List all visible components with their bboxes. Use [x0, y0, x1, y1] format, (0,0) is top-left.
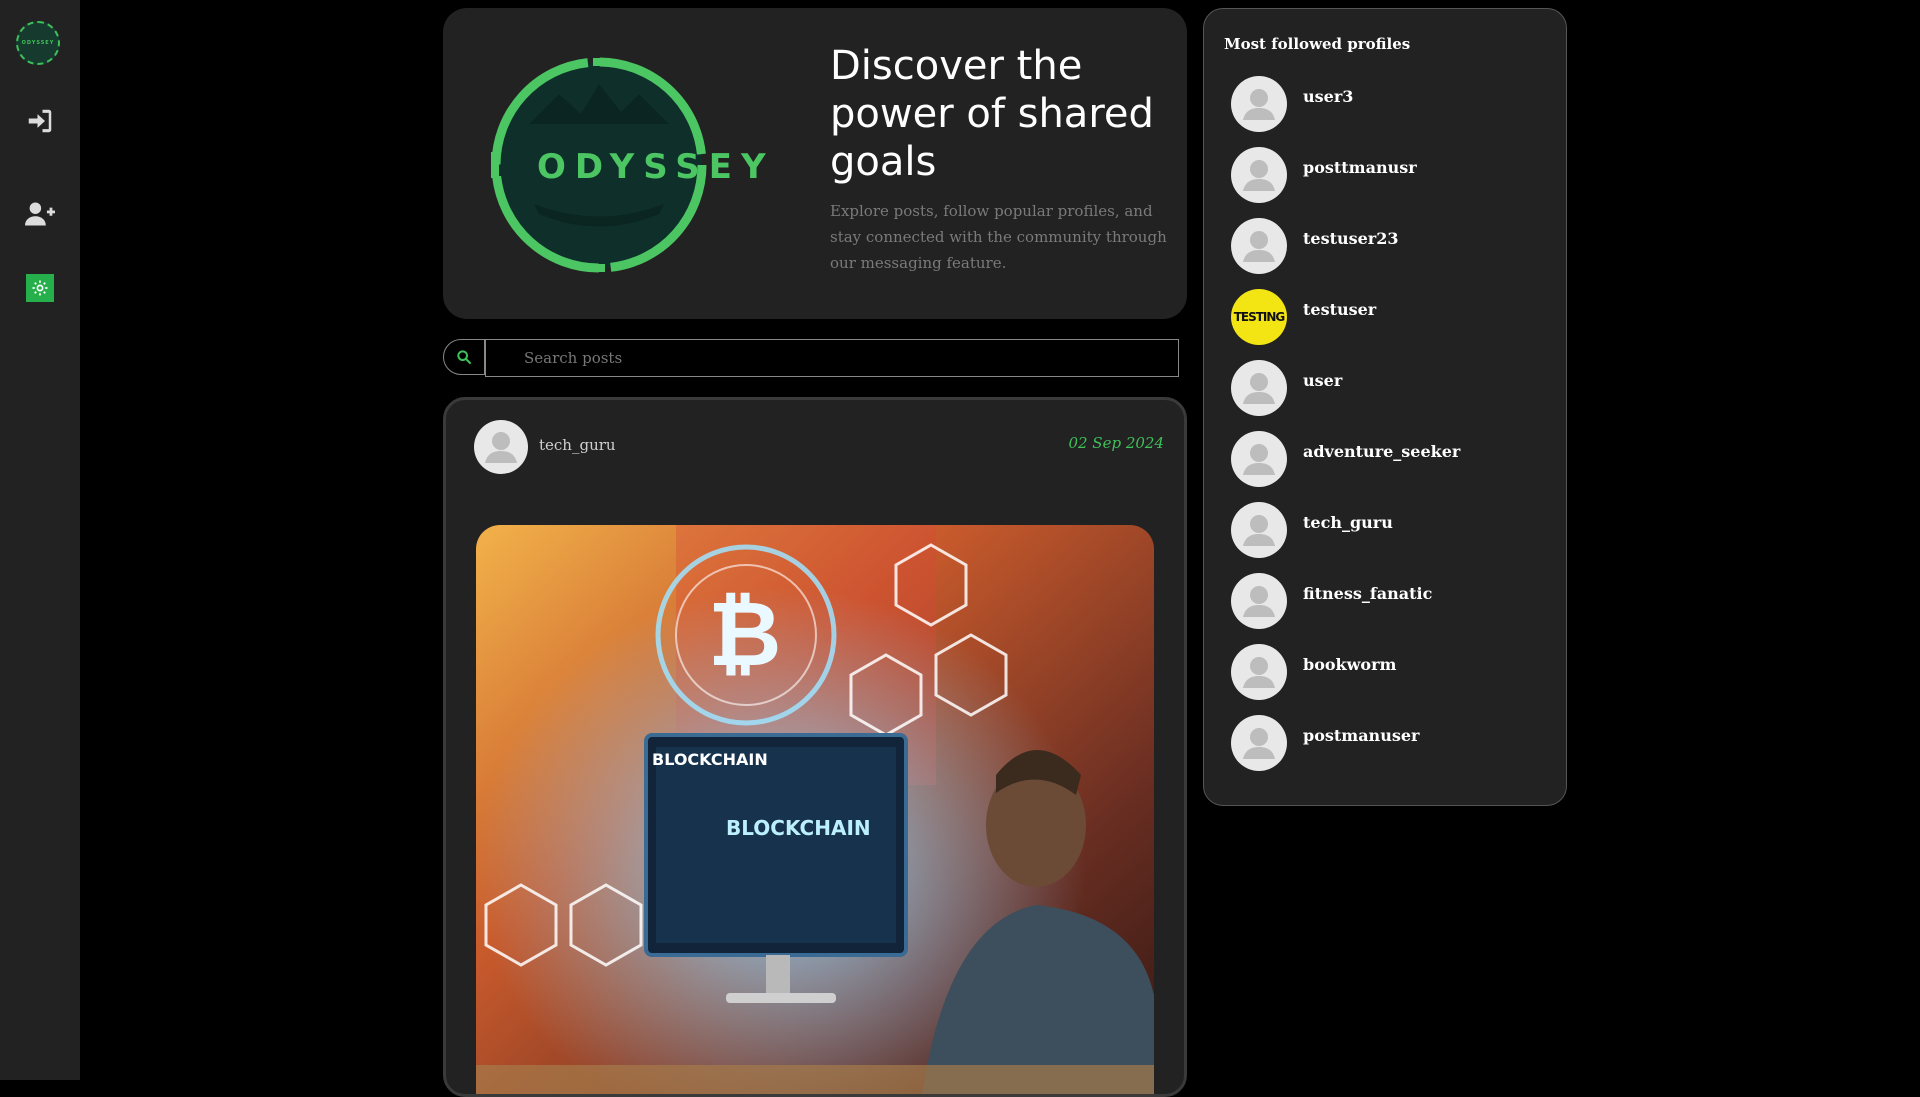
- login-icon: [28, 109, 52, 133]
- default-avatar-icon: [1243, 373, 1275, 404]
- profile-item[interactable]: user3: [1231, 76, 1551, 132]
- avatar: [1231, 147, 1287, 203]
- post-date: 02 Sep 2024: [1068, 434, 1164, 452]
- image-label-2: BLOCKCHAIN: [726, 816, 871, 840]
- register-button[interactable]: [22, 196, 58, 232]
- default-avatar-icon: [1243, 444, 1275, 475]
- odyssey-logo-text: ODYSSEY: [537, 147, 775, 187]
- avatar: [1231, 573, 1287, 629]
- profile-item[interactable]: user: [1231, 360, 1551, 416]
- avatar: [1231, 715, 1287, 771]
- default-avatar-icon: [485, 432, 517, 463]
- post-image[interactable]: ₿ BLOCKCHAIN BLOCKCHAIN: [476, 525, 1154, 1094]
- avatar: [1231, 360, 1287, 416]
- profile-name: adventure_seeker: [1303, 441, 1461, 461]
- avatar: [1231, 218, 1287, 274]
- profile-item[interactable]: posttmanusr: [1231, 147, 1551, 203]
- profile-item[interactable]: bookworm: [1231, 644, 1551, 700]
- sidebar: ODYSSEY: [0, 0, 80, 1080]
- avatar-text: TESTING: [1233, 310, 1286, 324]
- default-avatar-icon: [1243, 728, 1275, 759]
- sidebar-logo-text: ODYSSEY: [21, 40, 55, 46]
- post-author[interactable]: tech_guru: [539, 436, 616, 454]
- hero-card: ODYSSEY Discover the power of shared goa…: [443, 8, 1187, 319]
- image-label-1: BLOCKCHAIN: [652, 750, 768, 769]
- gear-icon: [32, 280, 48, 296]
- profile-name: postmanuser: [1303, 725, 1420, 745]
- sidebar-logo[interactable]: ODYSSEY: [16, 21, 60, 65]
- default-avatar-icon: [1243, 231, 1275, 262]
- avatar: [1231, 644, 1287, 700]
- search-input[interactable]: [485, 339, 1179, 377]
- avatar: [1231, 502, 1287, 558]
- avatar[interactable]: [474, 420, 528, 474]
- search-button[interactable]: [443, 339, 485, 375]
- hero-description: Explore posts, follow popular profiles, …: [830, 202, 1167, 272]
- settings-button[interactable]: [26, 274, 54, 302]
- most-followed-profiles-panel: Most followed profiles user3 posttmanusr…: [1203, 8, 1567, 806]
- profile-name: posttmanusr: [1303, 157, 1417, 177]
- profile-item[interactable]: tech_guru: [1231, 502, 1551, 558]
- bitcoin-symbol-icon: ₿: [708, 582, 781, 687]
- search-icon: [457, 350, 471, 364]
- odyssey-logo: ODYSSEY: [489, 54, 789, 276]
- profile-item[interactable]: testuser23: [1231, 218, 1551, 274]
- profile-name: fitness_fanatic: [1303, 583, 1433, 603]
- profile-item[interactable]: adventure_seeker: [1231, 431, 1551, 487]
- avatar: [1231, 76, 1287, 132]
- add-user-icon: [25, 202, 55, 226]
- avatar: [1231, 431, 1287, 487]
- avatar: TESTING: [1231, 289, 1287, 345]
- default-avatar-icon: [1243, 657, 1275, 688]
- default-avatar-icon: [1243, 89, 1275, 120]
- profile-item[interactable]: fitness_fanatic: [1231, 573, 1551, 629]
- login-button[interactable]: [22, 103, 58, 139]
- profile-item[interactable]: TESTING testuser: [1231, 289, 1551, 345]
- profile-name: bookworm: [1303, 654, 1397, 674]
- profile-name: user: [1303, 370, 1343, 390]
- profile-name: tech_guru: [1303, 512, 1393, 532]
- profile-item[interactable]: postmanuser: [1231, 715, 1551, 771]
- hero-title: Discover the power of shared goals: [830, 43, 1154, 185]
- default-avatar-icon: [1243, 586, 1275, 617]
- profile-name: testuser: [1303, 299, 1377, 319]
- profiles-title: Most followed profiles: [1224, 35, 1411, 53]
- post-card: tech_guru 02 Sep 2024 ₿ BLOCKCHAIN BLOCK…: [443, 397, 1187, 1097]
- profile-name: testuser23: [1303, 228, 1399, 248]
- profile-name: user3: [1303, 86, 1354, 106]
- default-avatar-icon: [1243, 160, 1275, 191]
- default-avatar-icon: [1243, 515, 1275, 546]
